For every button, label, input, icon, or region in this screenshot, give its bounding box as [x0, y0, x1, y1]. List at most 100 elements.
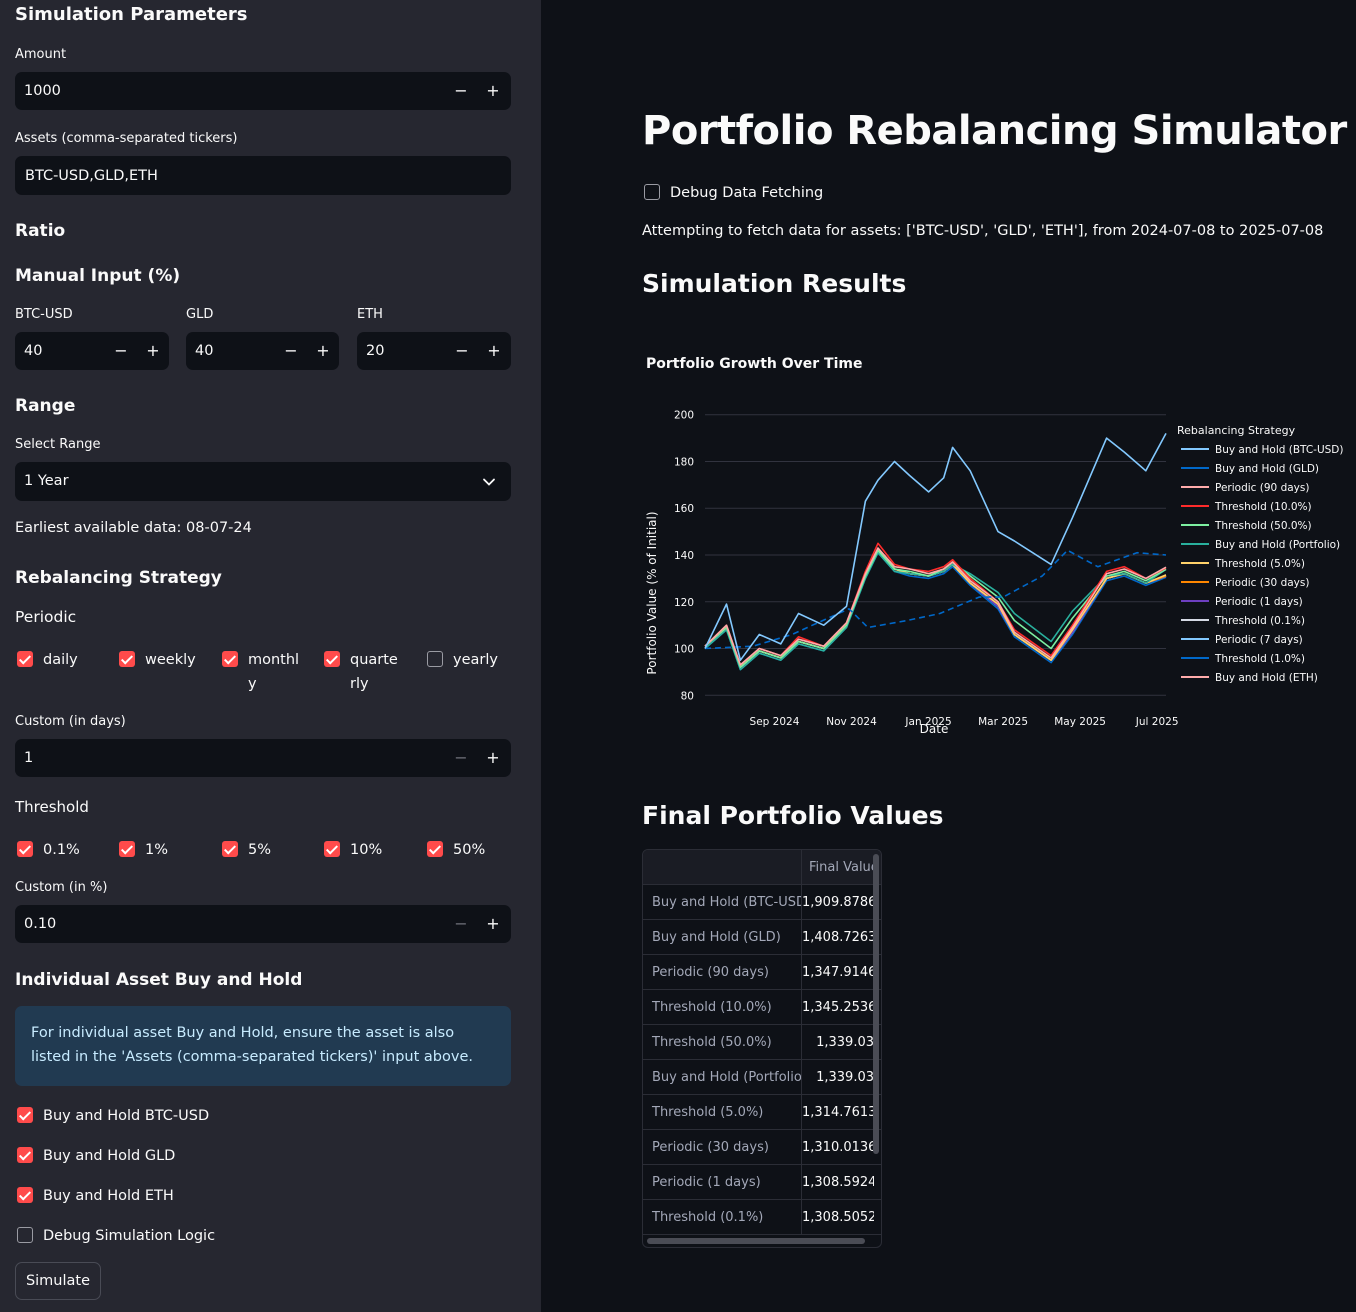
checkbox-threshold-50[interactable] [427, 841, 443, 857]
table-cell-final-value: 1,345.2536 [802, 1000, 874, 1015]
table-row[interactable]: Buy and Hold (BTC-USD) 1,909.8786 [643, 885, 881, 920]
checkbox-monthly[interactable] [222, 651, 238, 667]
fetch-status-text: Attempting to fetch data for assets: ['B… [642, 223, 1324, 239]
range-select-value: 1 Year [24, 473, 69, 489]
assets-input[interactable]: BTC-USD,GLD,ETH [15, 156, 511, 195]
ratio-gld-increment-button[interactable]: + [308, 332, 338, 370]
checkbox-bh-gld[interactable] [17, 1147, 33, 1163]
ratio-gld-decrement-button[interactable]: − [276, 332, 306, 370]
ratio-btc-decrement-button[interactable]: − [106, 332, 136, 370]
ratio-eth-decrement-button[interactable]: − [447, 332, 477, 370]
checkbox-label-yearly: yearly [453, 652, 498, 668]
table-cell-final-value: 1,339.03 [816, 1035, 874, 1050]
table-row[interactable]: Periodic (1 days) 1,308.5924 [643, 1165, 881, 1200]
checkbox-threshold-1[interactable] [119, 841, 135, 857]
custom-pct-increment-button[interactable]: + [478, 905, 508, 943]
manual-input-heading: Manual Input (%) [15, 266, 181, 286]
legend-item-label[interactable]: Buy and Hold (ETH) [1215, 672, 1318, 684]
final-values-table[interactable]: Final Value Buy and Hold (BTC-USD) 1,909.… [642, 849, 882, 1248]
checkbox-debug-simulation[interactable] [17, 1227, 33, 1243]
series-line [704, 433, 1167, 662]
checkbox-yearly[interactable] [427, 651, 443, 667]
legend-item-label[interactable]: Periodic (1 days) [1215, 596, 1303, 608]
checkbox-debug-fetching[interactable] [644, 184, 660, 200]
custom-days-label: Custom (in days) [15, 714, 126, 729]
checkbox-weekly[interactable] [119, 651, 135, 667]
table-header-index [643, 850, 802, 885]
amount-decrement-button[interactable]: − [446, 72, 476, 110]
range-select[interactable]: 1 Year [15, 462, 511, 501]
checkbox-threshold-5[interactable] [222, 841, 238, 857]
table-cell-strategy: Threshold (5.0%) [643, 1095, 802, 1130]
ratio-input-eth[interactable]: 20 − + [357, 332, 511, 370]
table-cell-final-value: 1,308.5924 [802, 1175, 874, 1190]
custom-pct-label: Custom (in %) [15, 880, 108, 895]
custom-pct-decrement-button[interactable]: − [446, 905, 476, 943]
table-horizontal-scrollbar[interactable] [647, 1238, 865, 1244]
table-header-final-value: Final Value [809, 860, 879, 875]
checkbox-label-bh-eth: Buy and Hold ETH [43, 1188, 174, 1204]
checkbox-label-bh-btc: Buy and Hold BTC-USD [43, 1108, 210, 1124]
legend-item-label[interactable]: Periodic (7 days) [1215, 634, 1303, 646]
custom-days-increment-button[interactable]: + [478, 739, 508, 777]
legend-item-label[interactable]: Periodic (90 days) [1215, 482, 1309, 494]
checkbox-threshold-10[interactable] [324, 841, 340, 857]
checkbox-label-quarterly-1: quarte [350, 652, 398, 668]
assets-value: BTC-USD,GLD,ETH [25, 168, 158, 184]
legend-item-label[interactable]: Buy and Hold (BTC-USD) [1215, 444, 1344, 456]
checkbox-label-threshold-0-1: 0.1% [43, 842, 80, 858]
table-cell-final-value: 1,347.9146 [802, 965, 874, 980]
checkbox-bh-btc[interactable] [17, 1107, 33, 1123]
checkbox-label-debug-simulation: Debug Simulation Logic [43, 1228, 216, 1244]
chevron-down-icon [483, 478, 495, 486]
table-row[interactable]: Threshold (0.1%) 1,308.5052 [643, 1200, 881, 1235]
ratio-value-eth: 20 [366, 343, 385, 359]
custom-days-decrement-button[interactable]: − [446, 739, 476, 777]
checkbox-daily[interactable] [17, 651, 33, 667]
custom-days-input[interactable]: 1 − + [15, 739, 511, 777]
table-header-row: Final Value [643, 850, 881, 885]
custom-pct-input[interactable]: 0.10 − + [15, 905, 511, 943]
legend-item-label[interactable]: Threshold (50.0%) [1214, 520, 1312, 532]
checkbox-label-threshold-50: 50% [453, 842, 486, 858]
table-vertical-scrollbar[interactable] [873, 854, 879, 1154]
legend-item-label[interactable]: Threshold (1.0%) [1214, 653, 1305, 665]
amount-input[interactable]: 1000 − + [15, 72, 511, 110]
checkbox-label-daily: daily [43, 652, 78, 668]
ratio-btc-increment-button[interactable]: + [138, 332, 168, 370]
table-row[interactable]: Threshold (50.0%) 1,339.03 [643, 1025, 881, 1060]
series-line [704, 549, 1167, 669]
x-tick-label: May 2025 [1054, 716, 1106, 728]
y-tick-label: 100 [674, 644, 694, 656]
checkbox-bh-eth[interactable] [17, 1187, 33, 1203]
legend-item-label[interactable]: Periodic (30 days) [1215, 577, 1309, 589]
y-tick-label: 140 [674, 550, 694, 562]
x-tick-label: Mar 2025 [978, 716, 1028, 728]
legend-item-label[interactable]: Buy and Hold (Portfolio) [1215, 539, 1340, 551]
simulate-button[interactable]: Simulate [15, 1262, 101, 1300]
table-row[interactable]: Buy and Hold (GLD) 1,408.7263 [643, 920, 881, 955]
table-row[interactable]: Buy and Hold (Portfolio) 1,339.03 [643, 1060, 881, 1095]
table-cell-final-value: 1,339.03 [816, 1070, 874, 1085]
ratio-input-btc[interactable]: 40 − + [15, 332, 169, 370]
table-row[interactable]: Periodic (90 days) 1,347.9146 [643, 955, 881, 990]
series-line [704, 549, 1167, 669]
chart-title: Portfolio Growth Over Time [646, 356, 863, 372]
legend-item-label[interactable]: Buy and Hold (GLD) [1215, 463, 1319, 475]
legend-item-label[interactable]: Threshold (5.0%) [1214, 558, 1305, 570]
legend-item-label[interactable]: Threshold (0.1%) [1214, 615, 1305, 627]
range-heading: Range [15, 396, 76, 416]
table-cell-final-value: 1,308.5052 [802, 1210, 874, 1225]
ratio-eth-increment-button[interactable]: + [479, 332, 509, 370]
amount-increment-button[interactable]: + [478, 72, 508, 110]
checkbox-quarterly[interactable] [324, 651, 340, 667]
legend-item-label[interactable]: Threshold (10.0%) [1214, 501, 1312, 513]
series-line [704, 551, 1167, 671]
assets-label: Assets (comma-separated tickers) [15, 131, 238, 146]
table-row[interactable]: Threshold (5.0%) 1,314.7613 [643, 1095, 881, 1130]
checkbox-threshold-0-1[interactable] [17, 841, 33, 857]
table-row[interactable]: Threshold (10.0%) 1,345.2536 [643, 990, 881, 1025]
ratio-input-gld[interactable]: 40 − + [186, 332, 339, 370]
ratio-label-btc: BTC-USD [15, 307, 73, 322]
table-row[interactable]: Periodic (30 days) 1,310.0136 [643, 1130, 881, 1165]
